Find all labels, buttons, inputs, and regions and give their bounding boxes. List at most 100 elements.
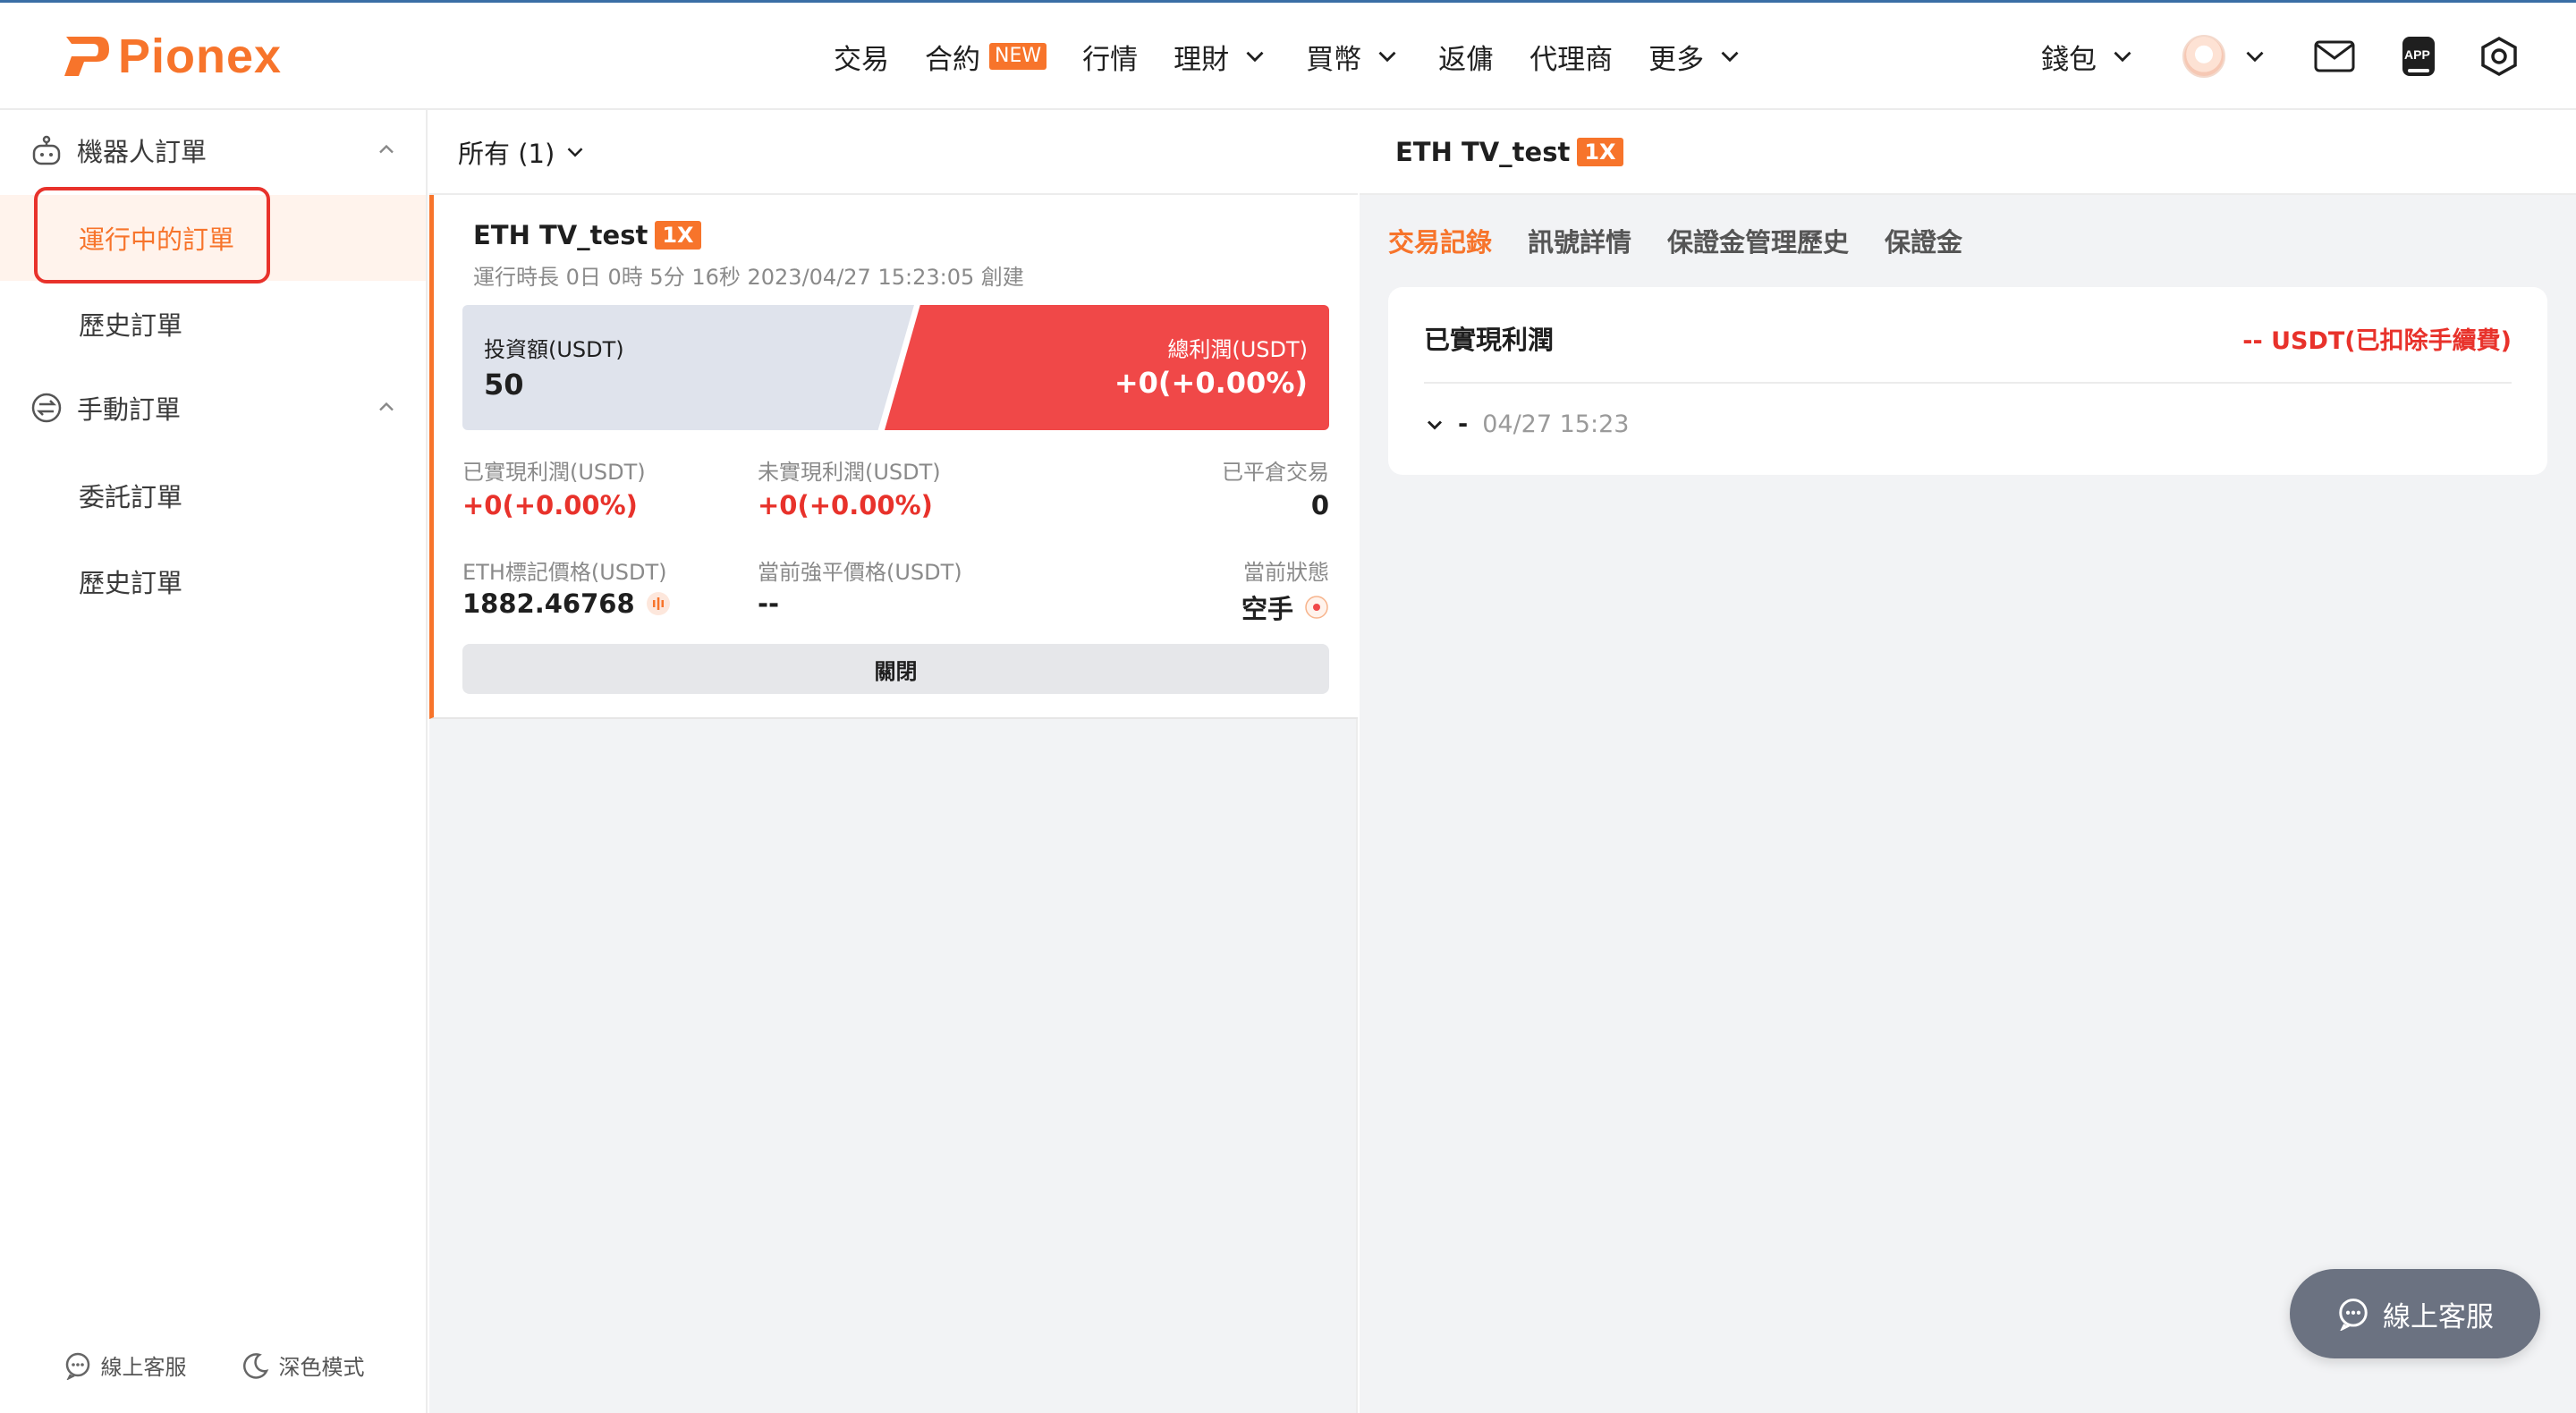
liq-price-label: 當前強平價格(USDT) bbox=[758, 560, 962, 585]
status-label: 當前狀態 bbox=[1243, 560, 1329, 585]
sidebar-group-manual-orders[interactable]: 手動訂單 bbox=[0, 368, 428, 448]
sidebar-footer: 線上客服 深色模式 bbox=[0, 1350, 428, 1381]
record-dash: - bbox=[1458, 410, 1469, 438]
close-bot-button[interactable]: 關閉 bbox=[462, 644, 1329, 694]
unrealized-profit-label: 未實現利潤(USDT) bbox=[758, 460, 941, 485]
divider bbox=[1424, 382, 2512, 384]
pionex-logo[interactable]: Pionex bbox=[63, 30, 282, 83]
live-pulse-icon bbox=[646, 592, 670, 615]
sidebar-item-label: 歷史訂單 bbox=[79, 568, 183, 598]
status-row: 空手 bbox=[1241, 588, 1329, 626]
dark-mode-toggle[interactable]: 深色模式 bbox=[242, 1350, 365, 1381]
sidebar-item-open-orders[interactable]: 委託訂單 bbox=[0, 453, 426, 538]
detail-header: ETH TV_test 1X bbox=[1360, 110, 2576, 195]
realized-profit-title: 已實現利潤 bbox=[1424, 325, 1555, 355]
sidebar-group-manual-label: 手動訂單 bbox=[77, 394, 182, 425]
tab-margin-history[interactable]: 保證金管理歷史 bbox=[1667, 222, 1849, 259]
sidebar-group-robot-orders[interactable]: 機器人訂單 bbox=[0, 110, 428, 190]
settings-hexagon-icon bbox=[2481, 36, 2517, 77]
pionex-logo-icon bbox=[64, 37, 109, 76]
nav-earn[interactable]: 理財 bbox=[1174, 37, 1270, 77]
nav-trade-label: 交易 bbox=[834, 43, 889, 76]
mark-price-value: 1882.46768 bbox=[462, 588, 635, 619]
order-card[interactable]: ETH TV_test 1X 運行時長 0日 0時 5分 16秒 2023/04… bbox=[429, 195, 1358, 719]
nav-trade[interactable]: 交易 bbox=[834, 37, 889, 77]
closed-trades-value: 0 bbox=[1310, 490, 1329, 520]
nav-referral[interactable]: 返傭 bbox=[1438, 37, 1494, 77]
app-badge-text: APP bbox=[2404, 47, 2430, 62]
runtime-subtitle: 運行時長 0日 0時 5分 16秒 2023/04/27 15:23:05 創建 bbox=[473, 265, 1024, 290]
sidebar-group-robot-label: 機器人訂單 bbox=[77, 137, 208, 167]
mark-price-label: ETH標記價格(USDT) bbox=[462, 560, 667, 585]
chevron-down-icon bbox=[2114, 51, 2131, 63]
chevron-down-icon bbox=[1427, 419, 1443, 430]
main-nav: 交易 合約 NEW 行情 理財 買幣 返傭 代理商 更多 bbox=[834, 3, 1745, 110]
sidebar-item-label: 委託訂單 bbox=[79, 482, 183, 512]
chat-bubble-icon bbox=[2339, 1299, 2368, 1331]
sidebar-item-robot-history[interactable]: 歷史訂單 bbox=[0, 281, 426, 367]
nav-agent[interactable]: 代理商 bbox=[1530, 37, 1613, 77]
sidebar-item-manual-history[interactable]: 歷史訂單 bbox=[0, 538, 426, 624]
tab-signal-details[interactable]: 訊號詳情 bbox=[1528, 222, 1631, 259]
swap-circle-icon bbox=[31, 393, 62, 423]
avatar bbox=[2182, 35, 2225, 78]
sidebar-item-running-orders[interactable]: 運行中的訂單 bbox=[0, 195, 426, 281]
moon-icon bbox=[242, 1352, 268, 1379]
liq-price-value: -- bbox=[758, 588, 780, 619]
nav-futures[interactable]: 合約 NEW bbox=[925, 37, 1047, 77]
chevron-down-icon bbox=[1721, 51, 1739, 63]
trade-record-card: 已實現利潤 -- USDT(已扣除手續費) - 04/27 15:23 bbox=[1388, 287, 2547, 475]
tab-trade-records[interactable]: 交易記錄 bbox=[1388, 222, 1492, 259]
nav-more[interactable]: 更多 bbox=[1648, 37, 1745, 77]
top-header: Pionex 交易 合約 NEW 行情 理財 買幣 返傭 代理商 更多 錢包 A… bbox=[0, 3, 2576, 110]
logo-text: Pionex bbox=[118, 30, 283, 83]
wallet-label: 錢包 bbox=[2041, 43, 2097, 76]
total-profit-value: +0(+0.00%) bbox=[1114, 366, 1308, 400]
invest-value: 50 bbox=[484, 368, 524, 402]
detail-bot-name: ETH TV_test bbox=[1395, 136, 1571, 167]
leverage-badge: 1X bbox=[655, 221, 701, 250]
orders-list-panel: 所有 (1) ETH TV_test 1X 運行時長 0日 0時 5分 16秒 … bbox=[429, 110, 1358, 1413]
nav-futures-label: 合約 bbox=[925, 43, 980, 76]
filter-dropdown[interactable]: 所有 (1) bbox=[429, 110, 1358, 195]
sidebar-item-label: 運行中的訂單 bbox=[79, 224, 235, 255]
card-title: ETH TV_test 1X bbox=[473, 220, 701, 250]
floating-support-button[interactable]: 線上客服 bbox=[2290, 1269, 2540, 1358]
realized-profit-value: +0(+0.00%) bbox=[462, 490, 638, 520]
download-app-button[interactable]: APP bbox=[2397, 3, 2440, 110]
sidebar: 機器人訂單 運行中的訂單 歷史訂單 手動訂單 委託訂單 歷史訂單 線上客服 深色… bbox=[0, 110, 428, 1413]
chevron-down-icon bbox=[1378, 51, 1396, 63]
nav-referral-label: 返傭 bbox=[1438, 43, 1495, 76]
chevron-down-icon bbox=[2246, 51, 2264, 63]
sidebar-item-label: 歷史訂單 bbox=[79, 310, 183, 341]
nav-markets[interactable]: 行情 bbox=[1082, 37, 1138, 77]
trade-record-row[interactable]: - 04/27 15:23 bbox=[1422, 410, 1629, 438]
order-detail-panel: ETH TV_test 1X 交易記錄 訊號詳情 保證金管理歷史 保證金 已實現… bbox=[1360, 110, 2576, 1413]
wallet-menu[interactable]: 錢包 bbox=[2041, 3, 2138, 110]
chevron-up-icon bbox=[379, 402, 394, 411]
detail-tabs: 交易記錄 訊號詳情 保證金管理歷史 保證金 bbox=[1388, 222, 1998, 259]
sidebar-support-link[interactable]: 線上客服 bbox=[64, 1350, 187, 1381]
realized-profit-label: 已實現利潤(USDT) bbox=[462, 460, 646, 485]
sidebar-support-label: 線上客服 bbox=[100, 1355, 187, 1380]
chevron-down-icon bbox=[567, 147, 583, 157]
new-badge: NEW bbox=[989, 43, 1047, 70]
filter-label: 所有 (1) bbox=[458, 138, 555, 169]
nav-buy-crypto[interactable]: 買幣 bbox=[1306, 37, 1402, 77]
record-time: 04/27 15:23 bbox=[1482, 410, 1630, 438]
tab-margin[interactable]: 保證金 bbox=[1885, 222, 1962, 259]
closed-trades-label: 已平倉交易 bbox=[1222, 460, 1329, 485]
messages-button[interactable] bbox=[2313, 3, 2356, 110]
nav-markets-label: 行情 bbox=[1082, 43, 1139, 76]
total-profit-label: 總利潤(USDT) bbox=[1167, 337, 1308, 362]
chevron-up-icon bbox=[379, 144, 394, 154]
nav-more-label: 更多 bbox=[1648, 43, 1705, 76]
realized-profit-total: -- USDT(已扣除手續費) bbox=[2242, 327, 2512, 355]
nav-earn-label: 理財 bbox=[1174, 43, 1230, 76]
investment-box: 投資額(USDT) 50 bbox=[462, 305, 914, 430]
nav-buy-crypto-label: 買幣 bbox=[1306, 43, 1362, 76]
settings-button[interactable] bbox=[2478, 3, 2521, 110]
total-profit-box: 總利潤(USDT) +0(+0.00%) bbox=[885, 305, 1329, 430]
account-menu[interactable] bbox=[2182, 3, 2270, 110]
chevron-down-icon bbox=[1246, 51, 1264, 63]
